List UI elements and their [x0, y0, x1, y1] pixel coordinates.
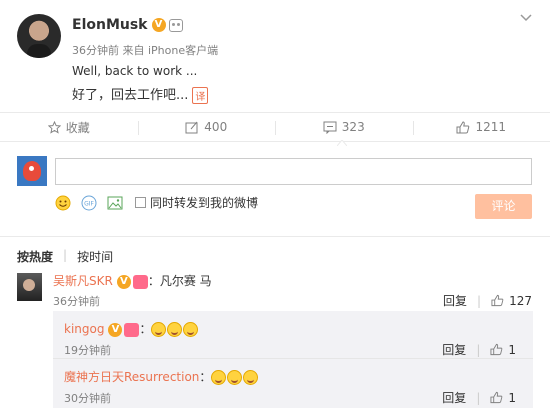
robot-icon — [168, 18, 183, 32]
author-name-row: ElonMusk V — [72, 17, 183, 33]
reply-list: kingog V： 19分钟前 回复 | 1 魔神方日天Resurrection：… — [53, 311, 533, 408]
reply-content: 魔神方日天Resurrection： — [64, 368, 259, 385]
comment-count: 323 — [341, 120, 365, 134]
comment-content: 吴斯凡SKR V ：凡尔赛 马 — [53, 272, 212, 289]
member-badge-icon — [132, 274, 148, 289]
like-count: 1 — [508, 390, 516, 405]
sync-repost-checkbox[interactable] — [135, 197, 146, 208]
gif-icon[interactable]: GIF — [81, 195, 97, 211]
laugh-emoji-icon — [227, 370, 243, 385]
replier-name[interactable]: 魔神方日天Resurrection — [64, 370, 199, 384]
verified-v-icon: V — [151, 18, 166, 32]
reply-actions: 回复 | 1 — [442, 341, 516, 358]
reply-button[interactable]: 回复 — [442, 341, 466, 358]
comment-actions: 回复 | 127 — [443, 292, 532, 309]
author-avatar[interactable] — [17, 14, 61, 58]
reply-button[interactable]: 回复 — [442, 389, 466, 406]
svg-text:GIF: GIF — [84, 200, 94, 207]
like-count: 1211 — [475, 120, 507, 134]
commenter-name[interactable]: 吴斯凡SKR — [53, 274, 113, 288]
like-button[interactable]: 1211 — [412, 113, 550, 141]
submit-comment-button[interactable]: 评论 — [475, 194, 532, 219]
image-icon[interactable] — [107, 195, 123, 211]
post-meta: 36分钟前 来自 iPhone客户端 — [72, 42, 218, 58]
reply-item: kingog V ： 19分钟前 回复 | 1 — [53, 311, 533, 357]
action-separator: | — [476, 342, 481, 357]
post-text-zh: 好了，回去工作吧... — [72, 88, 189, 103]
current-user-avatar[interactable] — [17, 156, 47, 186]
comment-button[interactable]: 323 — [275, 113, 413, 141]
comment-composer: GIF 同时转发到我的微博 评论 — [0, 146, 550, 236]
laugh-emoji-icon — [151, 322, 167, 337]
like-count: 127 — [509, 293, 532, 308]
star-icon — [47, 120, 61, 134]
reply-text: ： — [199, 370, 212, 384]
action-separator: | — [477, 293, 482, 308]
repost-count: 400 — [204, 120, 228, 134]
author-name[interactable]: ElonMusk — [72, 17, 148, 33]
reply-content: kingog V ： — [64, 320, 199, 337]
reply-item: 魔神方日天Resurrection： 30分钟前 回复 | 1 — [53, 358, 533, 406]
comment-item: 吴斯凡SKR V ：凡尔赛 马 36分钟前 回复 | 127 — [0, 266, 550, 311]
thumbs-up-icon — [456, 120, 470, 133]
reply-actions: 回复 | 1 — [442, 389, 516, 406]
thumbs-up-icon[interactable] — [490, 391, 503, 404]
sort-by-hot[interactable]: 按热度 — [17, 248, 53, 265]
favorite-button[interactable]: 收藏 — [0, 113, 138, 141]
comment-time: 36分钟前 — [53, 295, 100, 308]
composer-tools: GIF 同时转发到我的微博 — [55, 194, 258, 211]
reply-time: 30分钟前 — [64, 392, 111, 405]
laugh-emoji-icon — [167, 322, 183, 337]
laugh-emoji-icon — [211, 370, 227, 385]
commenter-avatar[interactable] — [17, 273, 42, 301]
post-text-zh-row: 好了，回去工作吧... 译 — [72, 84, 209, 104]
like-count: 1 — [508, 342, 516, 357]
chevron-down-icon[interactable] — [520, 12, 532, 24]
reply-text: ： — [139, 322, 152, 336]
post-text-en: Well, back to work ... — [72, 64, 198, 78]
sync-repost-label: 同时转发到我的微博 — [150, 196, 259, 210]
action-separator: | — [476, 390, 481, 405]
weibo-post: ElonMusk V 36分钟前 来自 iPhone客户端 Well, back … — [0, 0, 550, 112]
verified-v-icon: V — [116, 274, 131, 289]
thumbs-up-icon[interactable] — [491, 294, 504, 307]
sort-by-time[interactable]: 按时间 — [77, 248, 113, 265]
emoji-icon[interactable] — [55, 195, 71, 211]
post-action-bar: 收藏 400 323 1211 — [0, 112, 550, 142]
sort-separator: | — [63, 248, 68, 262]
favorite-label: 收藏 — [65, 120, 90, 135]
verified-v-icon: V — [108, 322, 123, 337]
translate-icon[interactable]: 译 — [192, 87, 209, 104]
comment-sort: 按热度 | 按时间 — [17, 248, 123, 265]
laugh-emoji-icon — [243, 370, 259, 385]
member-badge-icon — [124, 322, 140, 337]
post-time[interactable]: 36分钟前 — [72, 44, 119, 57]
comment-text: ：凡尔赛 马 — [147, 274, 212, 288]
post-source: 来自 iPhone客户端 — [122, 44, 219, 57]
reply-button[interactable]: 回复 — [443, 292, 467, 309]
comment-icon — [323, 121, 337, 134]
comment-input[interactable] — [55, 158, 532, 185]
repost-icon — [185, 121, 198, 133]
repost-button[interactable]: 400 — [137, 113, 276, 141]
reply-time: 19分钟前 — [64, 344, 111, 357]
smile-emoji-icon — [183, 322, 199, 337]
replier-name[interactable]: kingog — [64, 322, 104, 336]
divider — [0, 236, 550, 237]
thumbs-up-icon[interactable] — [490, 343, 503, 356]
